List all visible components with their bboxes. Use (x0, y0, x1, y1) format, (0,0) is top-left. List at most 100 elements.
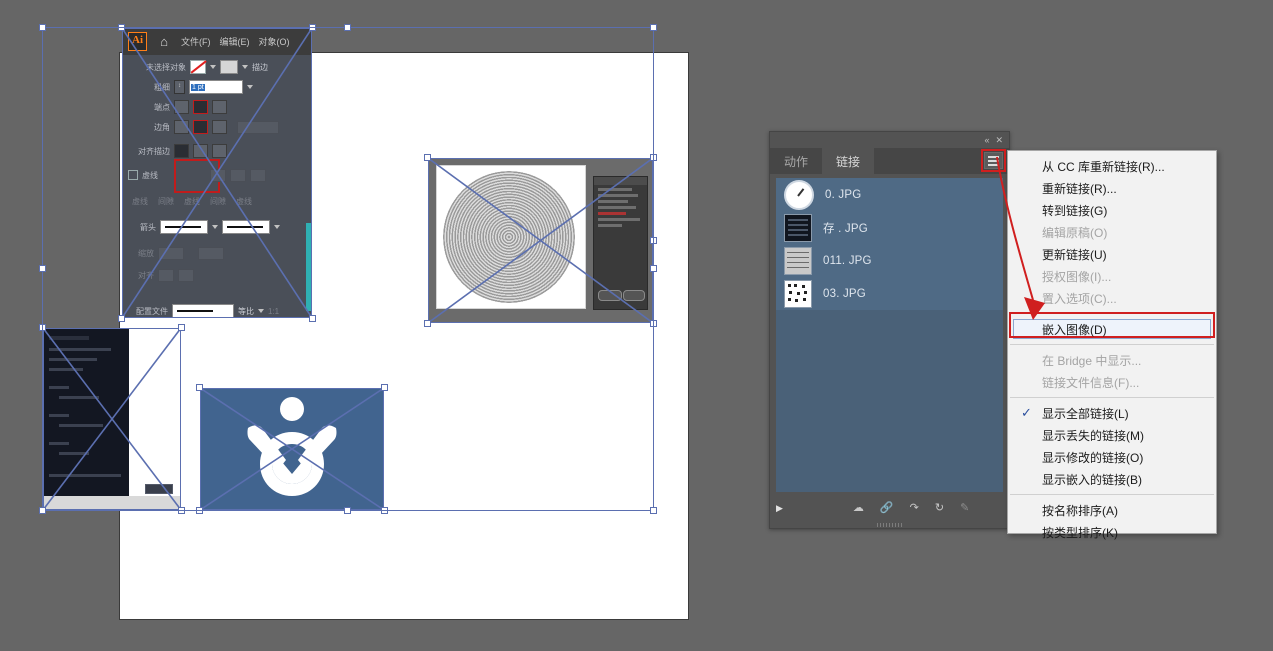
menu-item-relink[interactable]: 重新链接(R)... (1008, 177, 1216, 199)
placed-image-rings[interactable] (424, 154, 657, 327)
links-list[interactable]: 0. JPG 存 . JPG 011. JPG 03. JPG (776, 178, 1003, 492)
cap-butt-button[interactable] (174, 100, 189, 114)
mini-dialog-ok-button[interactable] (598, 290, 622, 301)
chevron-down-icon[interactable] (258, 309, 264, 313)
corner-round-button[interactable] (193, 120, 208, 134)
list-item[interactable]: 存 . JPG (776, 211, 1003, 244)
mini-dialog-cancel-button[interactable] (623, 290, 645, 301)
resize-handle[interactable] (650, 236, 657, 244)
corner-bevel-button[interactable] (212, 120, 227, 134)
update-link-icon[interactable]: ↷ (910, 502, 919, 514)
align-a-button[interactable] (158, 268, 174, 282)
resize-handle[interactable] (39, 507, 46, 514)
resize-handle[interactable] (381, 384, 388, 391)
mini-dialog-line (598, 206, 636, 209)
dark-dialog-body (43, 328, 129, 496)
weight-stepper[interactable]: ↕ (174, 80, 185, 94)
profile-select[interactable] (172, 304, 234, 318)
dash-option-c[interactable] (250, 168, 266, 182)
menu-item-edit[interactable]: 编辑(E) (220, 35, 250, 48)
placed-image-ai-screenshot[interactable]: Ai ⌂ 文件(F) 编辑(E) 对象(O) 未选择对象 描边 粗细 ↕ 1 p… (118, 24, 316, 322)
menu-item-show-embedded-links[interactable]: 显示嵌入的链接(B) (1008, 468, 1216, 490)
list-item[interactable]: 03. JPG (776, 277, 1003, 310)
scale-end-field[interactable] (198, 246, 224, 260)
fill-swatch-none[interactable] (190, 60, 206, 74)
menu-separator (1010, 344, 1214, 345)
resize-handle[interactable] (118, 315, 125, 322)
resize-handle[interactable] (650, 320, 657, 327)
arrowhead-end-select[interactable] (222, 220, 270, 234)
align-b-button[interactable] (178, 268, 194, 282)
dark-row (49, 358, 97, 361)
scale-label: 缩放 (138, 248, 154, 258)
arrowhead-start-select[interactable] (160, 220, 208, 234)
menu-item-sort-by-name[interactable]: 按名称排序(A) (1008, 499, 1216, 521)
list-item[interactable]: 011. JPG (776, 244, 1003, 277)
tab-actions[interactable]: 动作 (770, 148, 822, 174)
resize-handle[interactable] (178, 507, 185, 514)
links-panel[interactable]: « ✕ 动作 链接 0. JPG 存 . JPG 011. JPG 03. JP… (769, 131, 1010, 529)
dark-dialog-button[interactable] (145, 484, 173, 494)
menu-item-go-to-link[interactable]: 转到链接(G) (1008, 199, 1216, 221)
menu-item-show-modified-links[interactable]: 显示修改的链接(O) (1008, 446, 1216, 468)
chevron-down-icon[interactable] (242, 65, 248, 69)
cap-projecting-button[interactable] (212, 100, 227, 114)
scale-start-field[interactable] (158, 246, 184, 260)
selection-handle-top-right[interactable] (650, 24, 657, 31)
dark-row (49, 336, 89, 340)
stroke-swatch[interactable] (220, 60, 238, 74)
resize-handle[interactable] (196, 507, 203, 514)
resize-handle[interactable] (309, 315, 316, 322)
resize-handle[interactable] (118, 24, 125, 31)
resize-handle[interactable] (196, 384, 203, 391)
thumb-line (788, 223, 808, 226)
refresh-icon[interactable]: ↻ (935, 502, 944, 514)
resize-handle[interactable] (424, 154, 431, 161)
dash-field-label-5: 虚线 (236, 196, 252, 206)
corner-miter-button[interactable] (174, 120, 189, 134)
menu-item-relink-from-cc[interactable]: 从 CC 库重新链接(R)... (1008, 155, 1216, 177)
collapse-icon[interactable]: « (984, 135, 989, 145)
list-item[interactable]: 0. JPG (776, 178, 1003, 211)
align-stroke-inside-button[interactable] (193, 144, 208, 158)
chevron-down-icon[interactable] (210, 65, 216, 69)
stroke-weight-input[interactable]: 1 pt (189, 80, 243, 94)
resize-handle[interactable] (424, 320, 431, 327)
menu-item-sort-by-kind[interactable]: 按类型排序(K) (1008, 521, 1216, 543)
links-panel-footer: ▶ ☁ 🔗 ↷ ↻ ✎ (776, 496, 1003, 520)
menu-item-show-all-links[interactable]: ✓ 显示全部链接(L) (1008, 402, 1216, 424)
placed-image-dark-dialog[interactable] (39, 324, 185, 514)
selection-handle-top-center[interactable] (344, 24, 351, 31)
go-to-link-icon[interactable]: 🔗 (880, 502, 894, 514)
dashed-line-checkbox[interactable] (128, 170, 138, 180)
tab-links[interactable]: 链接 (822, 148, 875, 174)
menu-item-object[interactable]: 对象(O) (259, 35, 290, 48)
resize-handle[interactable] (381, 507, 388, 514)
qr-cell (795, 298, 798, 302)
align-stroke-outside-button[interactable] (212, 144, 227, 158)
resize-handle[interactable] (39, 324, 46, 331)
miter-limit-field[interactable] (237, 120, 279, 134)
selection-handle-middle-left[interactable] (39, 265, 46, 272)
resize-handle[interactable] (309, 24, 316, 31)
panel-resize-grip[interactable] (876, 523, 903, 527)
expand-triangle-icon[interactable]: ▶ (776, 503, 783, 514)
resize-handle[interactable] (178, 324, 185, 331)
menu-item-show-missing-links[interactable]: 显示丢失的链接(M) (1008, 424, 1216, 446)
selection-handle-top-left[interactable] (39, 24, 46, 31)
menu-item-update-link[interactable]: 更新链接(U) (1008, 243, 1216, 265)
placed-image-logo[interactable] (196, 384, 388, 514)
cap-round-button[interactable] (193, 100, 208, 114)
chevron-down-icon[interactable] (212, 225, 218, 229)
dash-option-a[interactable] (210, 168, 226, 182)
menu-item-file[interactable]: 文件(F) (181, 35, 211, 48)
align-stroke-center-button[interactable] (174, 144, 189, 158)
close-icon[interactable]: ✕ (995, 135, 1003, 145)
resize-handle[interactable] (650, 154, 657, 161)
chevron-down-icon[interactable] (274, 225, 280, 229)
dash-option-b[interactable] (230, 168, 246, 182)
link-file-name: 0. JPG (825, 188, 862, 201)
panel-flyout-menu[interactable]: 从 CC 库重新链接(R)... 重新链接(R)... 转到链接(G) 编辑原稿… (1007, 150, 1217, 540)
chevron-down-icon[interactable] (247, 85, 253, 89)
relink-icon[interactable]: ☁ (853, 502, 864, 514)
